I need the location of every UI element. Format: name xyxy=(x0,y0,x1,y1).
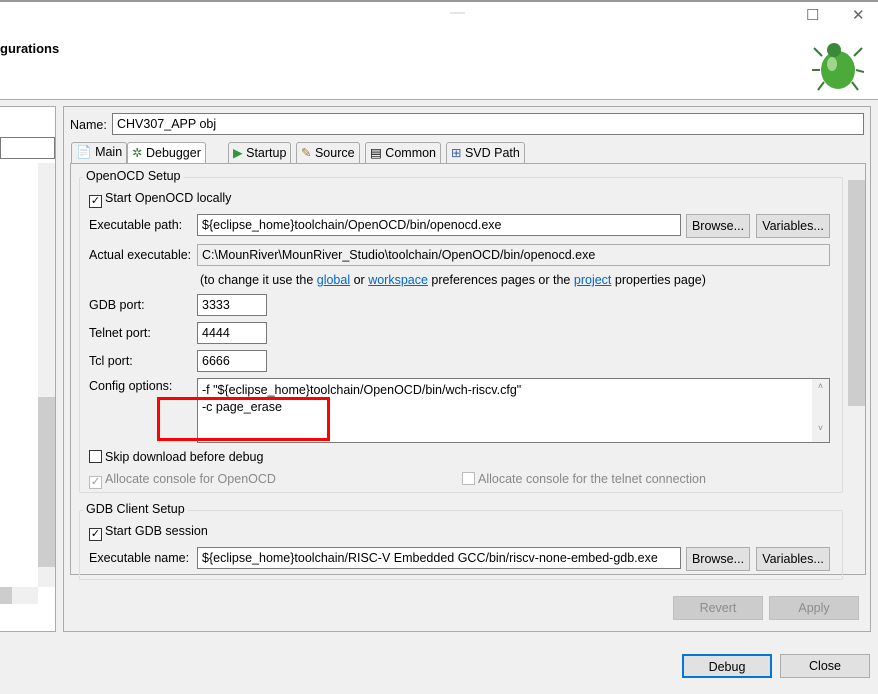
checkbox-label: Skip download before debug xyxy=(105,450,264,464)
tree-icon: ⊞ xyxy=(451,146,462,160)
content-clip xyxy=(71,575,865,576)
debug-bug-logo xyxy=(812,36,865,92)
maximize-button[interactable]: ☐ xyxy=(806,6,819,24)
start-gdb-checkbox[interactable]: ✓ Start GDB session xyxy=(89,524,208,541)
checkbox-checked-icon: ✓ xyxy=(89,528,102,541)
hint-text: or xyxy=(350,273,369,287)
checkbox-checked-icon: ✓ xyxy=(89,476,102,489)
variables-button[interactable]: Variables... xyxy=(756,214,830,238)
tab-main[interactable]: 📄 Main xyxy=(71,142,128,163)
name-label: Name: xyxy=(70,118,107,132)
play-icon: ▶ xyxy=(233,146,243,160)
hint-text: properties page) xyxy=(611,273,706,287)
tree-horizontal-scrollbar[interactable] xyxy=(0,587,38,604)
checkbox-label: Start GDB session xyxy=(105,524,208,538)
source-icon: ✎ xyxy=(301,146,312,160)
dialog-title: gurations xyxy=(0,41,60,56)
close-window-button[interactable]: ✕ xyxy=(852,6,865,24)
actual-executable-field: C:\MounRiver\MounRiver_Studio\toolchain/… xyxy=(197,244,830,266)
content-vertical-scrollbar[interactable] xyxy=(848,164,865,574)
apply-button[interactable]: Apply xyxy=(769,596,859,620)
project-link[interactable]: project xyxy=(574,273,612,287)
checkbox-unchecked-icon xyxy=(89,450,102,463)
table-icon: ▤ xyxy=(370,146,382,160)
checkbox-unchecked-icon xyxy=(462,472,475,485)
skip-download-checkbox[interactable]: Skip download before debug xyxy=(89,450,263,464)
gdb-browse-button[interactable]: Browse... xyxy=(686,547,750,571)
dialog-header xyxy=(0,0,878,100)
tab-label: Common xyxy=(385,146,437,160)
telnet-port-label: Telnet port: xyxy=(89,326,151,340)
bug-icon: ✲ xyxy=(132,146,143,160)
config-scrollbar[interactable]: ˄ ˅ xyxy=(812,379,829,442)
hint-text: preferences pages or the xyxy=(427,273,574,287)
name-input[interactable]: CHV307_APP obj xyxy=(112,113,864,135)
hint-text: (to change it use the xyxy=(200,273,317,287)
tab-common[interactable]: ▤ Common xyxy=(365,142,442,163)
highlight-box xyxy=(157,397,330,441)
tab-source[interactable]: ✎ Source xyxy=(296,142,360,163)
openocd-group-title: OpenOCD Setup xyxy=(83,169,184,183)
gdb-port-label: GDB port: xyxy=(89,298,145,312)
allocate-console-checkbox[interactable]: ✓ Allocate console for OpenOCD xyxy=(89,472,276,489)
telnet-port-input[interactable]: 4444 xyxy=(197,322,267,344)
executable-path-input[interactable]: ${eclipse_home}toolchain/OpenOCD/bin/ope… xyxy=(197,214,681,236)
gdb-port-input[interactable]: 3333 xyxy=(197,294,267,316)
tab-debugger[interactable]: ✲ Debugger xyxy=(127,142,206,164)
tab-label: SVD Path xyxy=(464,146,520,160)
close-button[interactable]: Close xyxy=(780,654,870,678)
filter-input[interactable] xyxy=(0,137,55,159)
minimize-button[interactable]: — xyxy=(450,4,465,21)
checkbox-label: Allocate console for OpenOCD xyxy=(105,472,276,486)
gdb-variables-button[interactable]: Variables... xyxy=(756,547,830,571)
gdb-executable-input[interactable]: ${eclipse_home}toolchain/RISC-V Embedded… xyxy=(197,547,681,569)
tab-label: Main xyxy=(95,145,123,159)
page-icon: 📄 xyxy=(76,145,92,159)
global-link[interactable]: global xyxy=(317,273,350,287)
preferences-hint: (to change it use the global or workspac… xyxy=(200,273,706,287)
allocate-telnet-checkbox[interactable]: Allocate console for the telnet connecti… xyxy=(462,472,706,486)
tcl-port-input[interactable]: 6666 xyxy=(197,350,267,372)
start-openocd-checkbox[interactable]: ✓ Start OpenOCD locally xyxy=(89,191,231,208)
tab-label: Debugger xyxy=(145,146,201,160)
checkbox-checked-icon: ✓ xyxy=(89,195,102,208)
actual-executable-label: Actual executable: xyxy=(89,248,192,262)
checkbox-label: Allocate console for the telnet connecti… xyxy=(478,472,706,486)
debug-button[interactable]: Debug xyxy=(682,654,772,678)
revert-button[interactable]: Revert xyxy=(673,596,763,620)
gdb-executable-label: Executable name: xyxy=(89,551,190,565)
checkbox-label: Start OpenOCD locally xyxy=(105,191,232,205)
tab-label: Startup xyxy=(246,146,287,160)
tab-svd-path[interactable]: ⊞ SVD Path xyxy=(446,142,525,163)
tab-label: Source xyxy=(314,146,355,160)
gdb-group-title: GDB Client Setup xyxy=(83,502,188,516)
tab-startup[interactable]: ▶ Startup xyxy=(228,142,292,163)
executable-path-label: Executable path: xyxy=(89,218,183,232)
config-options-label: Config options: xyxy=(89,379,173,393)
tree-vertical-scrollbar[interactable] xyxy=(38,163,55,587)
tcl-port-label: Tcl port: xyxy=(89,354,133,368)
browse-button[interactable]: Browse... xyxy=(686,214,750,238)
workspace-link[interactable]: workspace xyxy=(368,273,428,287)
